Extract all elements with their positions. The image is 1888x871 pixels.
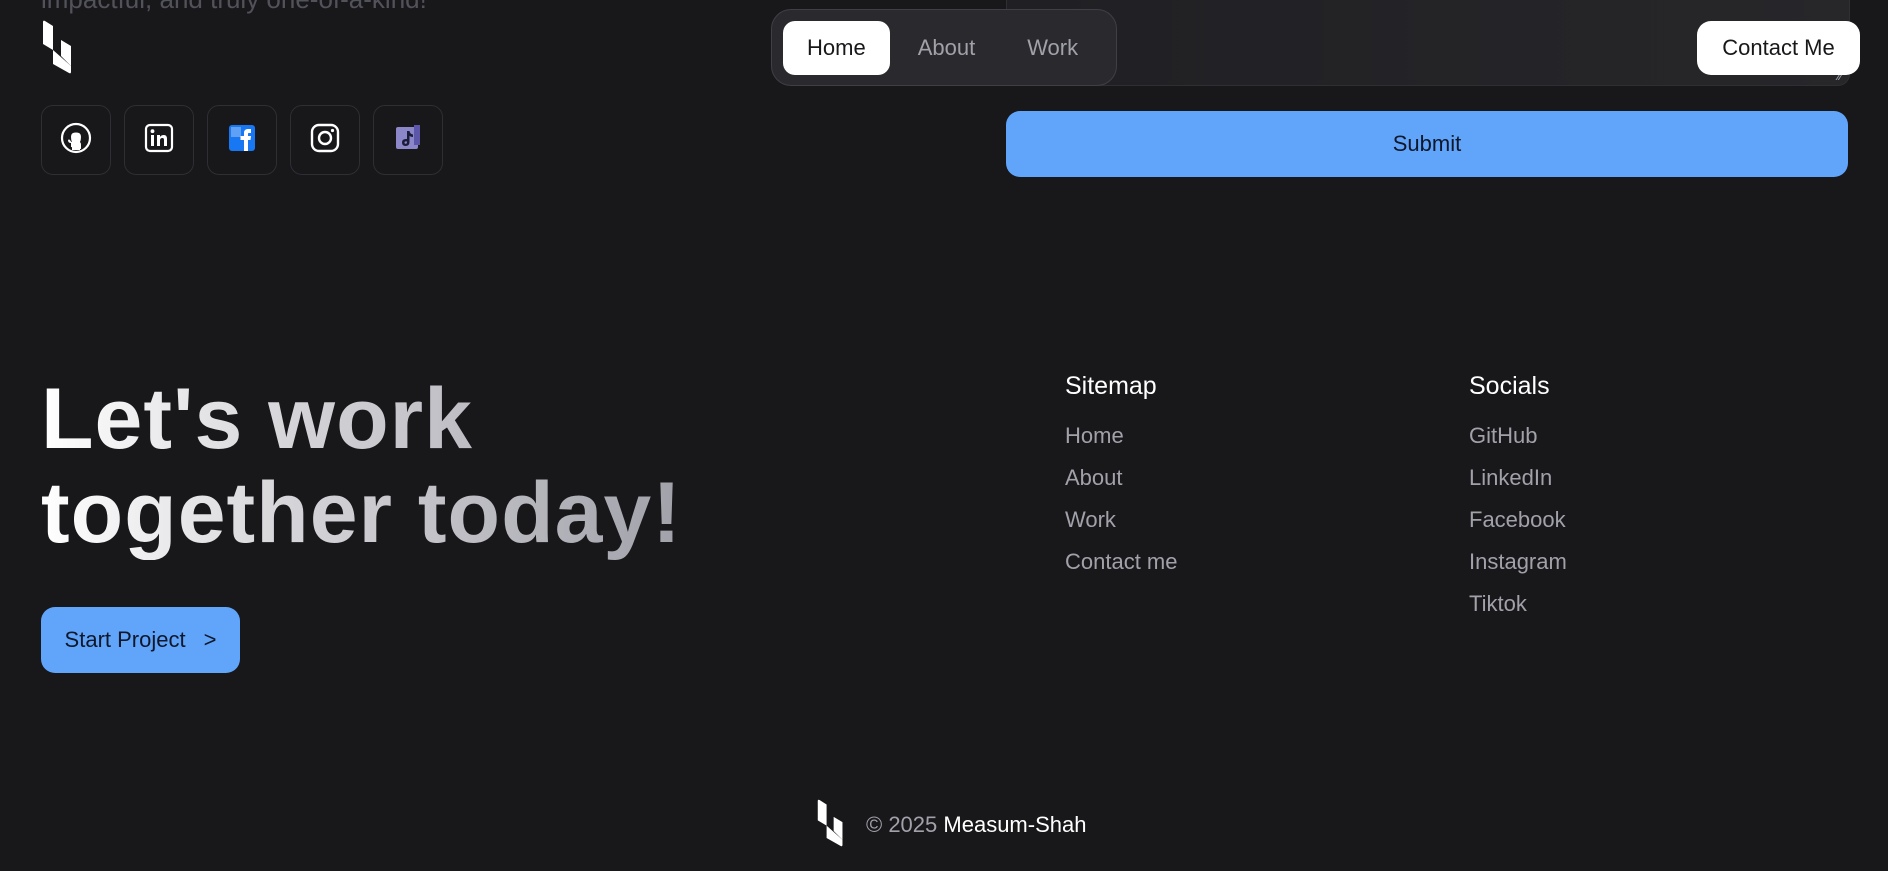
sitemap-column: Sitemap Home About Work Contact me: [1065, 372, 1178, 575]
tiktok-icon: [394, 124, 422, 157]
socials-column: Socials GitHub LinkedIn Facebook Instagr…: [1469, 372, 1567, 617]
sitemap-link-work[interactable]: Work: [1065, 507, 1178, 533]
chevron-right-icon: >: [203, 627, 217, 652]
cta-heading: Let's work together today!: [41, 372, 682, 560]
instagram-icon: [310, 123, 340, 158]
sitemap-link-home[interactable]: Home: [1065, 423, 1178, 449]
sitemap-link-about[interactable]: About: [1065, 465, 1178, 491]
owner-name: Measum-Shah: [943, 812, 1087, 837]
submit-button[interactable]: Submit: [1006, 111, 1848, 177]
start-project-button[interactable]: Start Project >: [41, 607, 240, 673]
copyright-text: © 2025: [866, 812, 938, 837]
facebook-icon: [227, 123, 257, 158]
socials-title: Socials: [1469, 372, 1550, 400]
main-nav: Home About Work: [771, 9, 1117, 86]
facebook-link[interactable]: [207, 105, 277, 175]
linkedin-link[interactable]: [124, 105, 194, 175]
contact-me-button[interactable]: Contact Me: [1697, 21, 1860, 75]
sitemap-title: Sitemap: [1065, 372, 1157, 400]
nav-home[interactable]: Home: [783, 20, 890, 75]
github-link[interactable]: [41, 105, 111, 175]
sitemap-link-contact[interactable]: Contact me: [1065, 549, 1178, 575]
socials-link-github[interactable]: GitHub: [1469, 423, 1567, 449]
socials-link-linkedin[interactable]: LinkedIn: [1469, 465, 1567, 491]
partial-intro-text: impactful, and truly one-of-a-kind!: [41, 0, 427, 15]
socials-link-facebook[interactable]: Facebook: [1469, 507, 1567, 533]
cta-heading-line1: Let's work: [41, 371, 473, 467]
cta-heading-line2: together today!: [41, 465, 682, 561]
instagram-link[interactable]: [290, 105, 360, 175]
footer-logo-icon: [816, 798, 850, 852]
github-icon: [60, 122, 92, 159]
linkedin-icon: [144, 123, 174, 158]
nav-about[interactable]: About: [894, 21, 1000, 75]
nav-work[interactable]: Work: [1003, 21, 1102, 75]
tiktok-link[interactable]: [373, 105, 443, 175]
socials-link-instagram[interactable]: Instagram: [1469, 549, 1567, 575]
socials-link-tiktok[interactable]: Tiktok: [1469, 591, 1567, 617]
logo-icon[interactable]: [41, 20, 75, 74]
footer-bar: © 2025 Measum-Shah: [816, 798, 1086, 852]
start-project-label: Start Project: [64, 627, 186, 652]
social-icons-row: [41, 105, 443, 175]
